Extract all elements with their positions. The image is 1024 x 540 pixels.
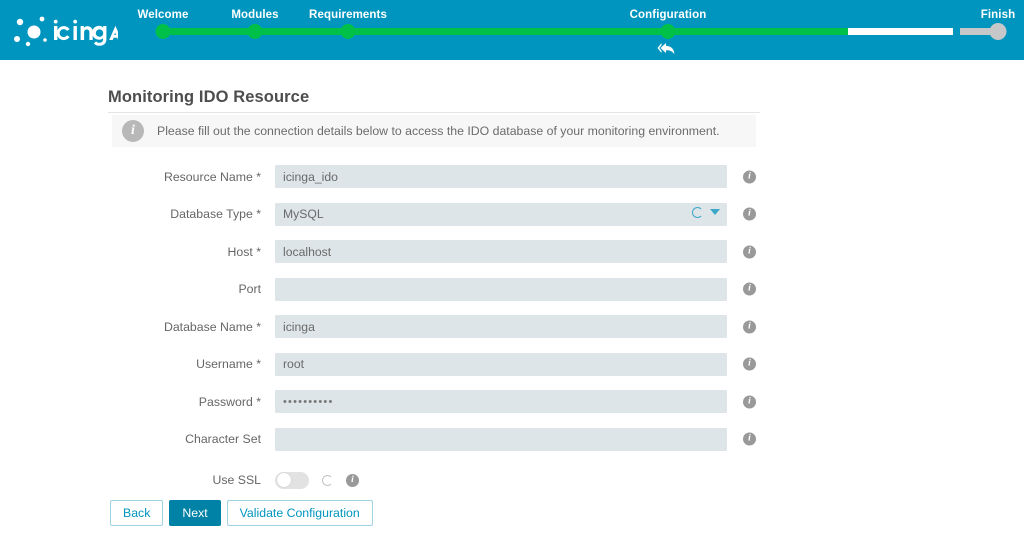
form-row-host: Host * localhost i <box>0 233 1024 271</box>
resource-name-input[interactable]: icinga_ido <box>275 165 727 189</box>
wizard-progress: Welcome Modules Requirements Configurati… <box>120 0 1024 60</box>
use-ssl-toggle-knob <box>276 473 291 487</box>
form-row-port: Port i <box>0 271 1024 309</box>
back-button[interactable]: Back <box>110 500 164 526</box>
wizard-step-label-finish[interactable]: Finish <box>981 9 1015 21</box>
validate-configuration-button[interactable]: Validate Configuration <box>226 500 373 526</box>
progress-rail-modules-requirements <box>255 28 348 35</box>
return-arrow-icon[interactable] <box>657 41 679 57</box>
progress-rail-remaining <box>848 28 953 35</box>
info-icon-resource-name[interactable]: i <box>743 170 756 184</box>
label-username: Username * <box>196 357 261 372</box>
wizard-step-dot-configuration[interactable] <box>660 24 676 39</box>
wizard-step-label-configuration[interactable]: Configuration <box>630 9 707 21</box>
loading-spinner-icon <box>692 206 703 218</box>
label-database-name: Database Name * <box>163 319 261 334</box>
icinga-logo <box>8 12 118 52</box>
label-host: Host * <box>227 244 262 259</box>
progress-rail-requirements-configuration <box>348 28 668 35</box>
loading-spinner-icon-ssl <box>322 474 333 486</box>
info-icon-host[interactable]: i <box>743 245 756 259</box>
form-row-password: Password * •••••••••• i <box>0 383 1024 421</box>
port-input[interactable] <box>275 277 727 301</box>
info-icon-password[interactable]: i <box>743 395 756 409</box>
title-divider <box>108 112 760 113</box>
username-input[interactable]: root <box>275 352 727 376</box>
wizard-step-label-welcome[interactable]: Welcome <box>138 9 189 21</box>
progress-rail-welcome-modules <box>163 28 255 35</box>
database-name-input[interactable]: icinga <box>275 315 727 339</box>
label-database-type: Database Type * <box>170 207 261 222</box>
label-port: Port <box>238 282 261 297</box>
info-icon-database-type[interactable]: i <box>743 207 756 221</box>
wizard-step-dot-welcome[interactable] <box>155 24 171 39</box>
database-type-select-icons <box>692 206 720 218</box>
label-resource-name: Resource Name * <box>163 169 261 184</box>
database-type-select[interactable]: MySQL <box>275 202 727 226</box>
wizard-step-dot-finish[interactable] <box>989 23 1007 40</box>
wizard-step-dot-modules[interactable] <box>247 24 263 39</box>
info-icon-port[interactable]: i <box>743 282 756 296</box>
info-icon-character-set[interactable]: i <box>743 432 756 446</box>
info-icon-database-name[interactable]: i <box>743 320 756 334</box>
form-row-database-type: Database Type * MySQL i <box>0 196 1024 234</box>
wizard-step-dot-requirements[interactable] <box>340 24 356 39</box>
next-button[interactable]: Next <box>169 500 221 526</box>
label-character-set: Character Set <box>185 432 261 447</box>
form-row-resource-name: Resource Name * icinga_ido i <box>0 158 1024 196</box>
ido-resource-form: Resource Name * icinga_ido i Database Ty… <box>0 158 1024 502</box>
label-use-ssl: Use SSL <box>212 473 261 487</box>
info-icon-username[interactable]: i <box>743 357 756 371</box>
form-row-character-set: Character Set i <box>0 421 1024 459</box>
wizard-step-label-modules[interactable]: Modules <box>231 9 278 21</box>
use-ssl-toggle[interactable] <box>275 471 309 489</box>
form-row-database-name: Database Name * icinga i <box>0 308 1024 346</box>
character-set-input[interactable] <box>275 427 727 451</box>
host-input[interactable]: localhost <box>275 240 727 264</box>
info-icon-use-ssl[interactable]: i <box>346 473 359 487</box>
wizard-header: Welcome Modules Requirements Configurati… <box>0 0 1024 60</box>
info-icon: i <box>122 120 144 142</box>
progress-rail-configuration-fill <box>668 28 848 35</box>
page-title: Monitoring IDO Resource <box>108 88 310 106</box>
info-banner: i Please fill out the connection details… <box>112 115 756 147</box>
password-input[interactable]: •••••••••• <box>275 390 727 414</box>
form-row-username: Username * root i <box>0 346 1024 384</box>
info-banner-text: Please fill out the connection details b… <box>157 124 720 138</box>
form-row-use-ssl: Use SSL i <box>0 458 1024 502</box>
wizard-step-label-requirements[interactable]: Requirements <box>309 9 387 21</box>
main-content: Monitoring IDO Resource i Please fill ou… <box>0 60 1024 540</box>
form-actions: Back Next Validate Configuration <box>110 500 373 526</box>
chevron-down-icon[interactable] <box>710 209 720 216</box>
label-password: Password * <box>198 394 261 409</box>
